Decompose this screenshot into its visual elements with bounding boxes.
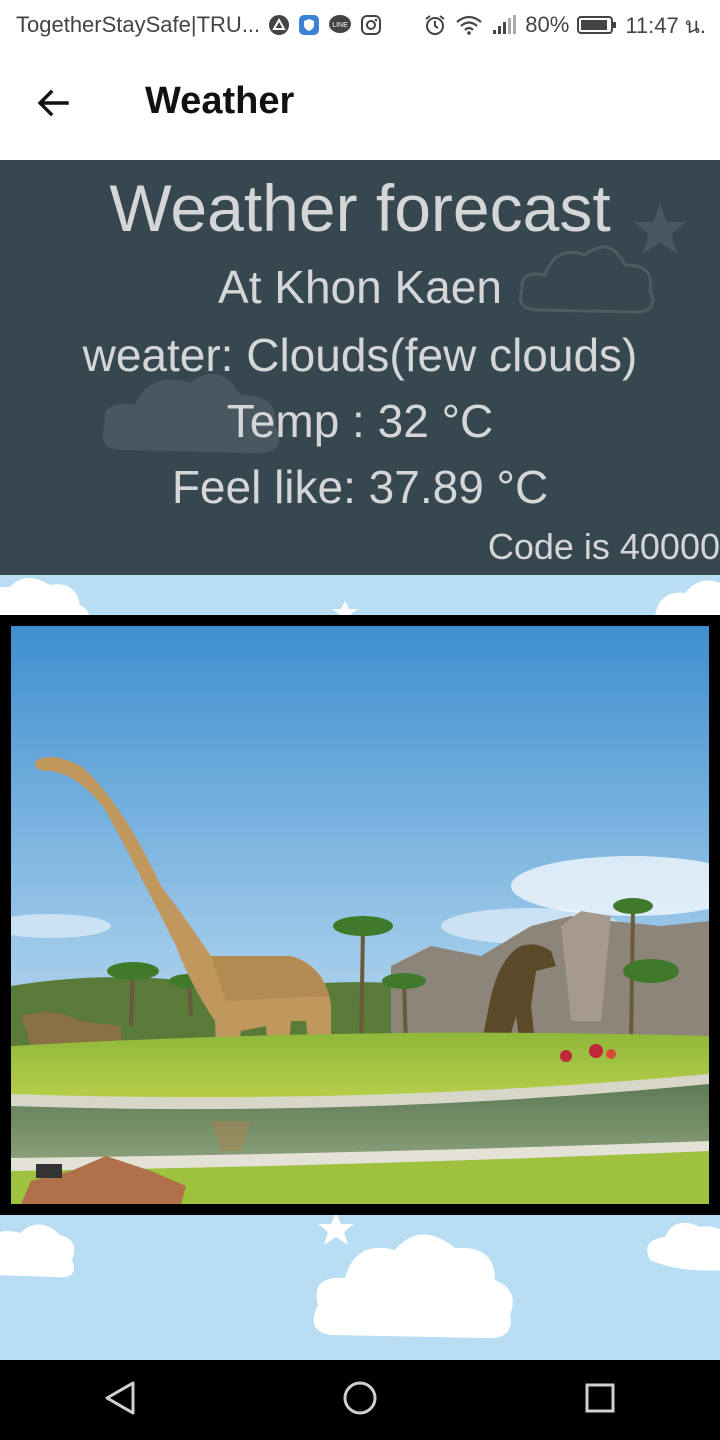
back-arrow-icon xyxy=(35,85,71,126)
alarm-icon xyxy=(423,13,447,37)
instagram-icon xyxy=(360,14,382,36)
cloud-decoration xyxy=(655,580,720,615)
clock: 11:47 น. xyxy=(625,12,706,38)
shield-icon xyxy=(298,14,320,36)
nav-back-icon xyxy=(103,1380,137,1421)
forecast-code: Code is 40000 xyxy=(487,526,720,567)
battery-percent: 80% xyxy=(525,12,570,37)
nav-recents-icon xyxy=(584,1382,616,1419)
status-bar: TogetherStaySafe|TRU... LINE 80% 11:47 น… xyxy=(0,0,720,50)
star-decoration xyxy=(318,1213,354,1245)
dinosaur-park-photo xyxy=(11,626,709,1204)
status-bar-left: TogetherStaySafe|TRU... LINE xyxy=(16,12,382,38)
app-bar: Weather xyxy=(0,50,720,160)
forecast-weather: weater: Clouds(few clouds) xyxy=(82,329,638,381)
forecast-location: At Khon Kaen xyxy=(218,261,502,313)
notification-text: TogetherStaySafe|TRU... xyxy=(16,12,261,37)
forecast-temp: Temp : 32 °C xyxy=(226,395,494,447)
wifi-icon xyxy=(455,14,483,36)
nav-home-icon xyxy=(342,1380,378,1421)
nav-recents-button[interactable] xyxy=(560,1360,640,1440)
cloud-decoration xyxy=(647,1222,720,1271)
signal-icon xyxy=(491,14,517,36)
navigation-bar xyxy=(0,1360,720,1440)
dinosaur-park-image xyxy=(11,626,709,1204)
nav-home-button[interactable] xyxy=(320,1360,400,1440)
cloud-decoration xyxy=(0,578,90,620)
status-bar-right: 80% 11:47 น. xyxy=(423,8,706,43)
forecast-panel: Weather forecast At Khon Kaen weater: Cl… xyxy=(0,160,720,575)
photo-frame xyxy=(0,615,720,1215)
line-icon: LINE xyxy=(328,14,352,36)
forecast-heading: Weather forecast xyxy=(109,171,611,245)
page-title: Weather xyxy=(145,80,295,122)
forecast-feels-like: Feel like: 37.89 °C xyxy=(171,461,549,513)
svg-text:LINE: LINE xyxy=(332,22,348,29)
nav-back-button[interactable] xyxy=(80,1360,160,1440)
cloud-decoration xyxy=(0,1224,75,1278)
app-notification-icon xyxy=(268,14,290,36)
battery-icon xyxy=(577,15,617,35)
back-button[interactable] xyxy=(30,82,76,128)
